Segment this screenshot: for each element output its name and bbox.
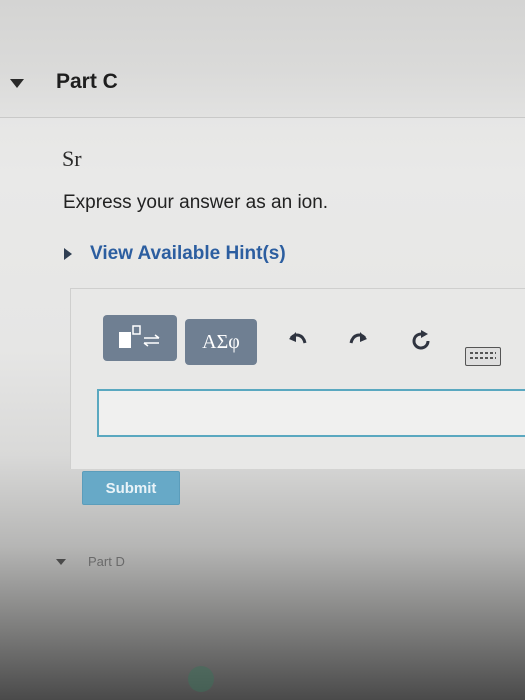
answer-input[interactable]	[97, 389, 525, 437]
hint-toggle[interactable]: View Available Hint(s)	[64, 243, 286, 265]
top-band	[0, 0, 525, 118]
part-c-header[interactable]: Part C	[10, 70, 118, 94]
collapse-caret-icon[interactable]	[10, 78, 24, 88]
element-symbol: Sr	[62, 146, 82, 171]
view-hints-link[interactable]: View Available Hint(s)	[90, 243, 286, 265]
part-d-header[interactable]: Part D	[56, 554, 125, 569]
blurred-status-icon	[188, 666, 214, 692]
keyboard-icon[interactable]	[465, 347, 501, 366]
submit-button[interactable]: Submit	[82, 471, 180, 505]
undo-icon[interactable]	[287, 329, 309, 355]
greek-symbols-button[interactable]: ΑΣφ	[185, 319, 257, 365]
reset-icon[interactable]	[409, 329, 433, 360]
answer-panel: ΑΣφ	[70, 288, 525, 469]
instruction-text: Express your answer as an ion.	[63, 192, 329, 213]
templates-button[interactable]	[103, 315, 177, 361]
part-d-title: Part D	[88, 554, 125, 569]
templates-icon	[119, 325, 160, 348]
section-divider	[0, 117, 525, 118]
expand-caret-icon	[64, 248, 72, 260]
redo-icon[interactable]	[347, 329, 369, 355]
part-c-title: Part C	[56, 70, 118, 93]
part-d-caret-icon[interactable]	[56, 558, 66, 565]
